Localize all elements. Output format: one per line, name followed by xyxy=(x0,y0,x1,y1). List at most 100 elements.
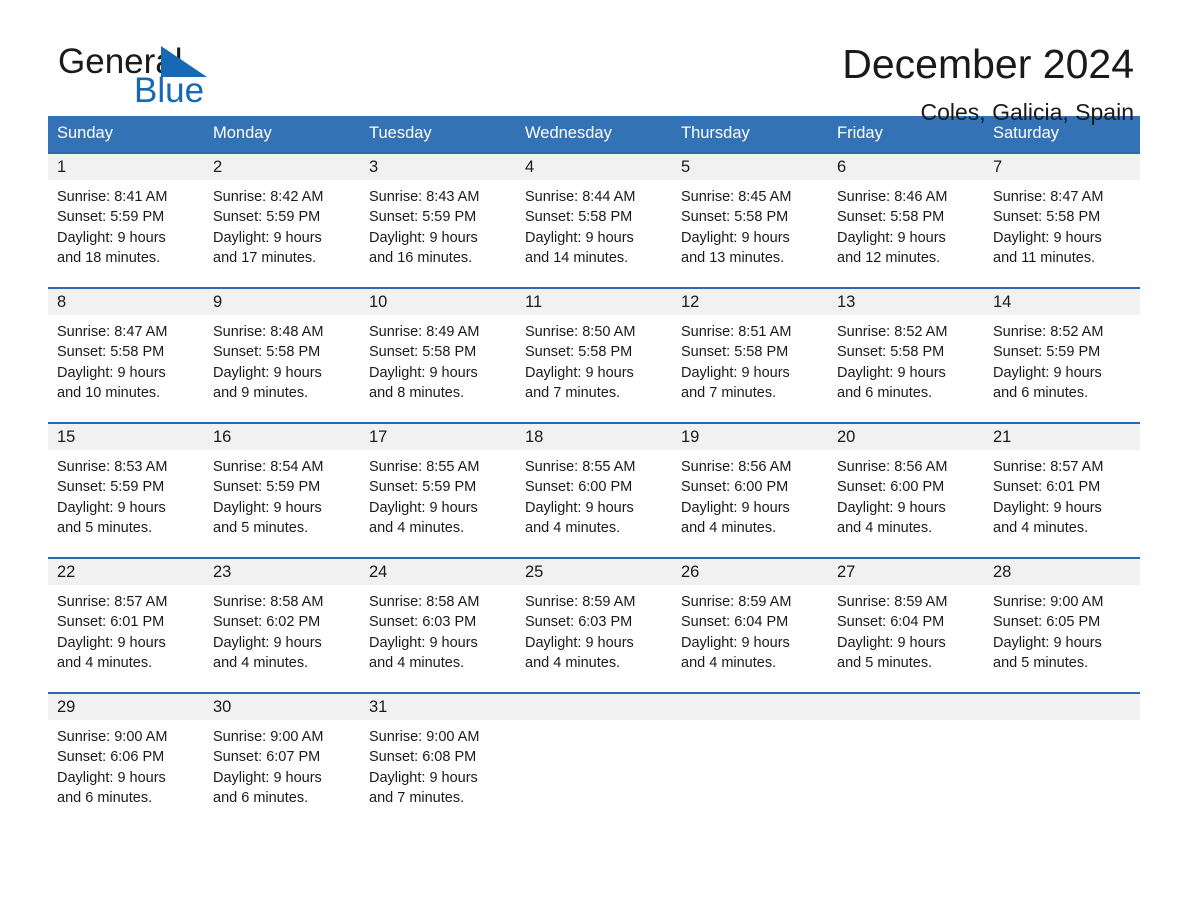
calendar-day-cell[interactable]: 8 Sunrise: 8:47 AM Sunset: 5:58 PM Dayli… xyxy=(48,287,204,423)
day-number: 16 xyxy=(204,424,360,450)
calendar-day-cell[interactable]: 7 Sunrise: 8:47 AM Sunset: 5:58 PM Dayli… xyxy=(984,152,1140,288)
calendar-day-cell[interactable]: 10 Sunrise: 8:49 AM Sunset: 5:58 PM Dayl… xyxy=(360,287,516,423)
sunrise-text: Sunrise: 8:58 AM xyxy=(369,594,480,610)
calendar-day-cell[interactable]: 22 Sunrise: 8:57 AM Sunset: 6:01 PM Dayl… xyxy=(48,557,204,693)
sunrise-text: Sunrise: 8:50 AM xyxy=(525,324,636,340)
daylight-text-line2: and 11 minutes. xyxy=(993,249,1096,266)
daylight-text-line1: Daylight: 9 hours xyxy=(525,634,634,651)
sunrise-text: Sunrise: 8:49 AM xyxy=(369,324,480,340)
daylight-text-line2: and 7 minutes. xyxy=(525,384,621,401)
daylight-text-line2: and 6 minutes. xyxy=(57,789,153,806)
daylight-text-line1: Daylight: 9 hours xyxy=(837,499,946,516)
daylight-text-line1: Daylight: 9 hours xyxy=(57,499,166,516)
daylight-text-line2: and 4 minutes. xyxy=(57,654,153,671)
sunrise-text: Sunrise: 8:53 AM xyxy=(57,459,168,475)
calendar-day-cell[interactable]: 4 Sunrise: 8:44 AM Sunset: 5:58 PM Dayli… xyxy=(516,152,672,288)
day-details: Sunrise: 8:59 AM Sunset: 6:04 PM Dayligh… xyxy=(672,585,828,673)
calendar-day-cell[interactable]: 28 Sunrise: 9:00 AM Sunset: 6:05 PM Dayl… xyxy=(984,557,1140,693)
sunset-text: Sunset: 5:58 PM xyxy=(837,344,945,361)
daylight-text-line1: Daylight: 9 hours xyxy=(369,499,478,516)
daylight-text-line1: Daylight: 9 hours xyxy=(525,499,634,516)
calendar-day-cell[interactable]: 17 Sunrise: 8:55 AM Sunset: 5:59 PM Dayl… xyxy=(360,422,516,558)
daylight-text-line1: Daylight: 9 hours xyxy=(57,364,166,381)
daylight-text-line2: and 6 minutes. xyxy=(213,789,309,806)
calendar-day-cell[interactable]: 18 Sunrise: 8:55 AM Sunset: 6:00 PM Dayl… xyxy=(516,422,672,558)
sunset-text: Sunset: 5:58 PM xyxy=(681,209,789,226)
sunrise-text: Sunrise: 9:00 AM xyxy=(993,594,1104,610)
day-cell-inner: 21 Sunrise: 8:57 AM Sunset: 6:01 PM Dayl… xyxy=(984,424,1140,557)
calendar-day-cell[interactable]: 31 Sunrise: 9:00 AM Sunset: 6:08 PM Dayl… xyxy=(360,692,516,828)
sunrise-text: Sunrise: 8:42 AM xyxy=(213,189,324,205)
calendar-day-cell[interactable]: 14 Sunrise: 8:52 AM Sunset: 5:59 PM Dayl… xyxy=(984,287,1140,423)
day-cell-inner: 20 Sunrise: 8:56 AM Sunset: 6:00 PM Dayl… xyxy=(828,424,984,557)
day-number: 7 xyxy=(984,154,1140,180)
daylight-text-line2: and 4 minutes. xyxy=(369,519,465,536)
sunrise-text: Sunrise: 8:55 AM xyxy=(525,459,636,475)
calendar-day-cell[interactable]: 2 Sunrise: 8:42 AM Sunset: 5:59 PM Dayli… xyxy=(204,152,360,288)
daylight-text-line1: Daylight: 9 hours xyxy=(369,769,478,786)
calendar-day-cell-empty xyxy=(984,692,1140,828)
day-cell-inner xyxy=(828,694,984,828)
calendar-day-cell[interactable]: 30 Sunrise: 9:00 AM Sunset: 6:07 PM Dayl… xyxy=(204,692,360,828)
day-number: 4 xyxy=(516,154,672,180)
sunrise-text: Sunrise: 8:59 AM xyxy=(681,594,792,610)
calendar-day-cell-empty xyxy=(672,692,828,828)
sunset-text: Sunset: 6:01 PM xyxy=(57,614,165,631)
day-number: 22 xyxy=(48,559,204,585)
day-number: 8 xyxy=(48,289,204,315)
daylight-text-line1: Daylight: 9 hours xyxy=(57,769,166,786)
calendar-day-cell[interactable]: 13 Sunrise: 8:52 AM Sunset: 5:58 PM Dayl… xyxy=(828,287,984,423)
day-cell-inner: 6 Sunrise: 8:46 AM Sunset: 5:58 PM Dayli… xyxy=(828,154,984,287)
calendar-day-cell[interactable]: 24 Sunrise: 8:58 AM Sunset: 6:03 PM Dayl… xyxy=(360,557,516,693)
daylight-text-line2: and 4 minutes. xyxy=(369,654,465,671)
calendar-day-cell[interactable]: 29 Sunrise: 9:00 AM Sunset: 6:06 PM Dayl… xyxy=(48,692,204,828)
general-blue-logo[interactable]: General Blue xyxy=(58,44,378,124)
sunset-text: Sunset: 6:02 PM xyxy=(213,614,321,631)
daylight-text-line2: and 16 minutes. xyxy=(369,249,473,266)
calendar-week-row: 29 Sunrise: 9:00 AM Sunset: 6:06 PM Dayl… xyxy=(48,692,1140,828)
calendar-week-row: 15 Sunrise: 8:53 AM Sunset: 5:59 PM Dayl… xyxy=(48,422,1140,558)
day-number: 23 xyxy=(204,559,360,585)
day-details: Sunrise: 8:41 AM Sunset: 5:59 PM Dayligh… xyxy=(48,180,204,268)
daylight-text-line2: and 7 minutes. xyxy=(369,789,465,806)
calendar-day-cell[interactable]: 12 Sunrise: 8:51 AM Sunset: 5:58 PM Dayl… xyxy=(672,287,828,423)
calendar-day-cell[interactable]: 9 Sunrise: 8:48 AM Sunset: 5:58 PM Dayli… xyxy=(204,287,360,423)
calendar-day-cell[interactable]: 27 Sunrise: 8:59 AM Sunset: 6:04 PM Dayl… xyxy=(828,557,984,693)
sunset-text: Sunset: 6:07 PM xyxy=(213,749,321,766)
calendar-day-cell[interactable]: 15 Sunrise: 8:53 AM Sunset: 5:59 PM Dayl… xyxy=(48,422,204,558)
calendar-day-cell[interactable]: 1 Sunrise: 8:41 AM Sunset: 5:59 PM Dayli… xyxy=(48,152,204,288)
day-details: Sunrise: 8:48 AM Sunset: 5:58 PM Dayligh… xyxy=(204,315,360,403)
calendar-day-cell[interactable]: 20 Sunrise: 8:56 AM Sunset: 6:00 PM Dayl… xyxy=(828,422,984,558)
calendar-day-cell[interactable]: 21 Sunrise: 8:57 AM Sunset: 6:01 PM Dayl… xyxy=(984,422,1140,558)
daylight-text-line1: Daylight: 9 hours xyxy=(525,229,634,246)
daylight-text-line1: Daylight: 9 hours xyxy=(213,364,322,381)
calendar-day-cell[interactable]: 6 Sunrise: 8:46 AM Sunset: 5:58 PM Dayli… xyxy=(828,152,984,288)
day-number: 5 xyxy=(672,154,828,180)
day-number: 26 xyxy=(672,559,828,585)
sunset-text: Sunset: 5:59 PM xyxy=(993,344,1101,361)
calendar-day-cell[interactable]: 23 Sunrise: 8:58 AM Sunset: 6:02 PM Dayl… xyxy=(204,557,360,693)
calendar-day-cell[interactable]: 3 Sunrise: 8:43 AM Sunset: 5:59 PM Dayli… xyxy=(360,152,516,288)
day-cell-inner: 18 Sunrise: 8:55 AM Sunset: 6:00 PM Dayl… xyxy=(516,424,672,557)
calendar-day-cell[interactable]: 16 Sunrise: 8:54 AM Sunset: 5:59 PM Dayl… xyxy=(204,422,360,558)
daylight-text-line2: and 4 minutes. xyxy=(837,519,933,536)
day-number: 2 xyxy=(204,154,360,180)
sunset-text: Sunset: 5:58 PM xyxy=(525,209,633,226)
calendar-day-cell[interactable]: 11 Sunrise: 8:50 AM Sunset: 5:58 PM Dayl… xyxy=(516,287,672,423)
day-cell-inner: 25 Sunrise: 8:59 AM Sunset: 6:03 PM Dayl… xyxy=(516,559,672,692)
calendar-day-cell[interactable]: 25 Sunrise: 8:59 AM Sunset: 6:03 PM Dayl… xyxy=(516,557,672,693)
day-cell-inner: 31 Sunrise: 9:00 AM Sunset: 6:08 PM Dayl… xyxy=(360,694,516,828)
calendar-day-cell[interactable]: 19 Sunrise: 8:56 AM Sunset: 6:00 PM Dayl… xyxy=(672,422,828,558)
day-cell-inner: 28 Sunrise: 9:00 AM Sunset: 6:05 PM Dayl… xyxy=(984,559,1140,692)
day-cell-inner: 5 Sunrise: 8:45 AM Sunset: 5:58 PM Dayli… xyxy=(672,154,828,287)
day-number: 9 xyxy=(204,289,360,315)
calendar-day-cell[interactable]: 26 Sunrise: 8:59 AM Sunset: 6:04 PM Dayl… xyxy=(672,557,828,693)
day-cell-inner: 27 Sunrise: 8:59 AM Sunset: 6:04 PM Dayl… xyxy=(828,559,984,692)
day-number: 31 xyxy=(360,694,516,720)
daylight-text-line2: and 4 minutes. xyxy=(213,654,309,671)
calendar-day-cell[interactable]: 5 Sunrise: 8:45 AM Sunset: 5:58 PM Dayli… xyxy=(672,152,828,288)
day-cell-inner: 26 Sunrise: 8:59 AM Sunset: 6:04 PM Dayl… xyxy=(672,559,828,692)
sunset-text: Sunset: 5:58 PM xyxy=(369,344,477,361)
day-cell-inner: 17 Sunrise: 8:55 AM Sunset: 5:59 PM Dayl… xyxy=(360,424,516,557)
sunrise-text: Sunrise: 9:00 AM xyxy=(57,729,168,745)
